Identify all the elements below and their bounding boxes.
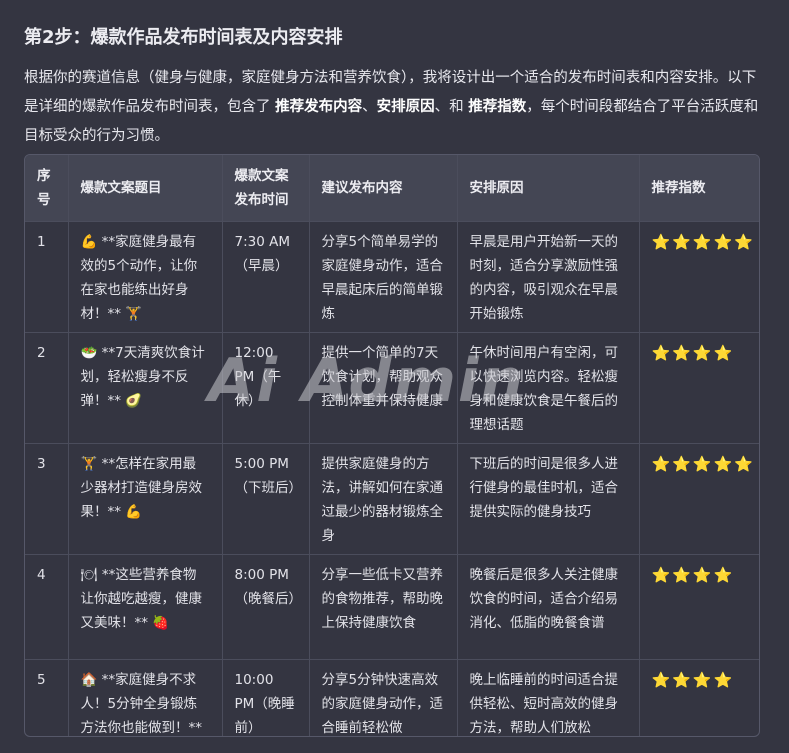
cell-reason: 午休时间用户有空闲，可以快速浏览内容。轻松瘦身和健康饮食是午餐后的理想话题	[457, 332, 640, 444]
cell-content: 分享5个简单易学的家庭健身动作，适合早晨起床后的简单锻炼	[309, 221, 458, 333]
cell-title: 🏋 **怎样在家用最少器材打造健身房效果！** 💪	[68, 443, 223, 555]
cell-reason: 晚餐后是很多人关注健康饮食的时间，适合介绍易消化、低脂的晚餐食谱	[457, 554, 640, 660]
cell-rating-stars: ⭐⭐⭐⭐	[651, 671, 735, 689]
cell-reason: 晚上临睡前的时间适合提供轻松、短时高效的健身方法，帮助人们放松	[457, 659, 640, 736]
section-heading: 第2步：爆款作品发布时间表及内容安排	[24, 27, 343, 48]
cell-content: 分享一些低卡又营养的食物推荐，帮助晚上保持健康饮食	[309, 554, 458, 660]
cell-reason: 早晨是用户开始新一天的时刻，适合分享激励性强的内容，吸引观众在早晨开始锻炼	[457, 221, 640, 333]
intro-bold-content: 推荐发布内容	[275, 99, 363, 115]
table-header-row: 序号 爆款文案题目 爆款文案发布时间 建议发布内容 安排原因 推荐指数	[25, 155, 759, 222]
cell-time: 12:00 PM（午休）	[222, 332, 310, 444]
cell-number: 3	[25, 443, 69, 555]
intro-paragraph: 根据你的赛道信息（健身与健康，家庭健身方法和营养饮食），我将设计出一个适合的发布…	[24, 64, 760, 151]
cell-time: 8:00 PM（晚餐后）	[222, 554, 310, 660]
cell-title: 🍽 **这些营养食物让你越吃越瘦，健康又美味！** 🍓	[68, 554, 223, 660]
message-body: 第2步：爆款作品发布时间表及内容安排 根据你的赛道信息（健身与健康，家庭健身方法…	[24, 18, 760, 151]
intro-sep-2: 、和	[434, 99, 469, 115]
cell-content: 提供一个简单的7天饮食计划，帮助观众控制体重并保持健康	[309, 332, 458, 444]
header-content: 建议发布内容	[309, 155, 458, 222]
schedule-table-container: 序号 爆款文案题目 爆款文案发布时间 建议发布内容 安排原因 推荐指数 1 💪 …	[24, 154, 760, 737]
cell-number: 4	[25, 554, 69, 660]
cell-rating-stars: ⭐⭐⭐⭐⭐	[639, 443, 759, 555]
header-rating: 推荐指数	[639, 155, 759, 222]
cell-time: 5:00 PM（下班后）	[222, 443, 310, 555]
header-time: 爆款文案发布时间	[222, 155, 310, 222]
cell-title: 🏠 **家庭健身不求人！5分钟全身锻炼方法你也能做到！** 👊	[68, 659, 223, 736]
table-row: 5 🏠 **家庭健身不求人！5分钟全身锻炼方法你也能做到！** 👊 10:00 …	[25, 659, 759, 736]
cell-number: 1	[25, 221, 69, 333]
cell-rating-stars: ⭐⭐⭐⭐	[639, 554, 759, 660]
table-row: 2 🥗 **7天清爽饮食计划，轻松瘦身不反弹！** 🥑 12:00 PM（午休）…	[25, 332, 759, 444]
cell-number: 2	[25, 332, 69, 444]
cell-content: 提供家庭健身的方法，讲解如何在家通过最少的器材锻炼全身	[309, 443, 458, 555]
cell-time: 7:30 AM（早晨）	[222, 221, 310, 333]
table-row: 1 💪 **家庭健身最有效的5个动作，让你在家也能练出好身材！** 🏋 7:30…	[25, 221, 759, 333]
cell-reason: 下班后的时间是很多人进行健身的最佳时机，适合提供实际的健身技巧	[457, 443, 640, 555]
intro-bold-rating: 推荐指数	[468, 99, 527, 115]
header-reason: 安排原因	[457, 155, 640, 222]
cell-time: 10:00 PM（晚睡前）	[222, 659, 310, 736]
table-row: 4 🍽 **这些营养食物让你越吃越瘦，健康又美味！** 🍓 8:00 PM（晚餐…	[25, 554, 759, 660]
intro-bold-reason: 安排原因	[376, 99, 435, 115]
cell-title: 🥗 **7天清爽饮食计划，轻松瘦身不反弹！** 🥑	[68, 332, 223, 444]
cell-rating-stars: ⭐⭐⭐⭐	[639, 332, 759, 444]
header-title: 爆款文案题目	[68, 155, 223, 222]
schedule-table: 序号 爆款文案题目 爆款文案发布时间 建议发布内容 安排原因 推荐指数 1 💪 …	[25, 155, 759, 736]
header-number: 序号	[25, 155, 69, 222]
cell-content: 分享5分钟快速高效的家庭健身动作，适合睡前轻松做	[309, 659, 458, 736]
cell-title: 💪 **家庭健身最有效的5个动作，让你在家也能练出好身材！** 🏋	[68, 221, 223, 333]
cell-rating-stars: ⭐⭐⭐⭐⭐	[639, 221, 759, 333]
intro-sep-1: 、	[362, 99, 377, 115]
cell-number: 5	[25, 659, 69, 736]
table-row: 3 🏋 **怎样在家用最少器材打造健身房效果！** 💪 5:00 PM（下班后）…	[25, 443, 759, 555]
